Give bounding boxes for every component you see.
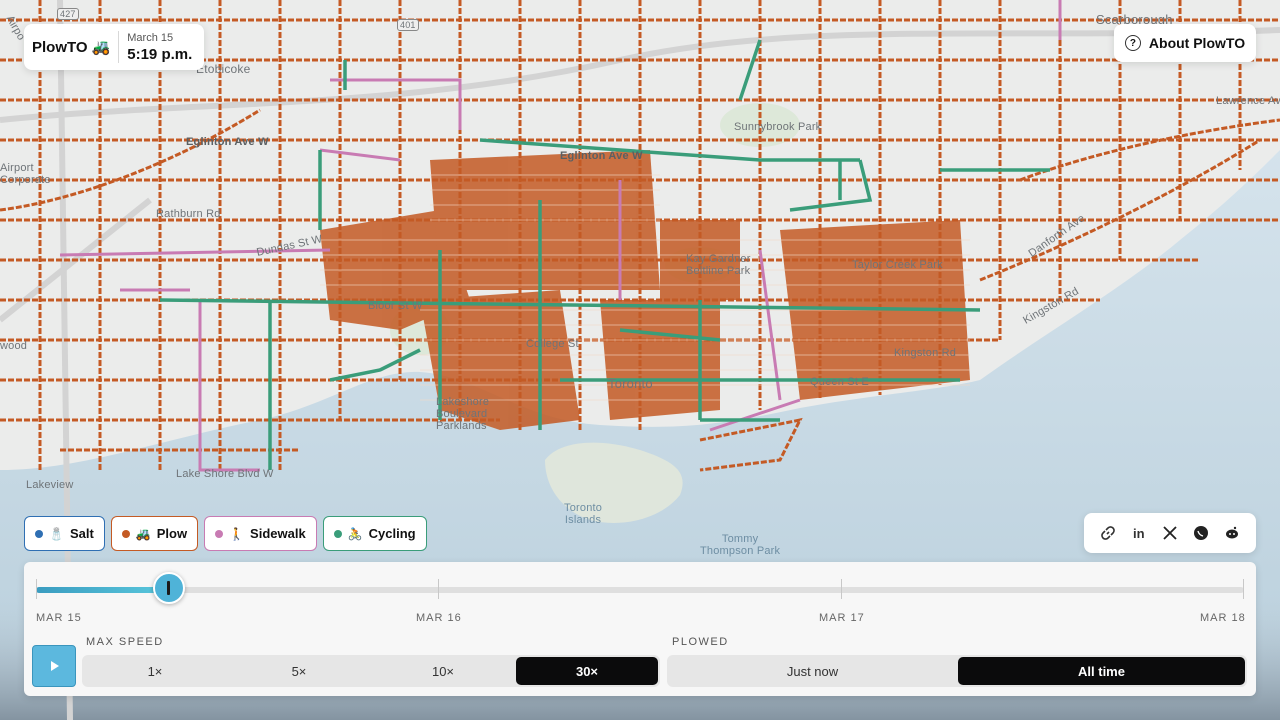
plowed-option-all-time[interactable]: All time — [958, 657, 1245, 685]
speed-option-1x[interactable]: 1× — [84, 657, 226, 685]
play-button[interactable] — [32, 645, 76, 687]
x-icon[interactable] — [1161, 524, 1179, 542]
pedestrian-icon: 🚶 — [229, 526, 245, 541]
current-datetime: March 15 5:19 p.m. — [119, 32, 192, 63]
linkedin-icon[interactable]: in — [1130, 524, 1148, 542]
legend-sidewalk-toggle[interactable]: 🚶 Sidewalk — [204, 516, 317, 551]
timeline-tick — [36, 579, 37, 599]
map-label-college: College St — [526, 338, 579, 350]
map-label-etobicoke: Etobicoke — [196, 62, 251, 76]
legend-cycling-label: Cycling — [368, 526, 416, 541]
legend-salt-toggle[interactable]: 🧂 Salt — [24, 516, 105, 551]
map-label-eglinton-w-2: Eglinton Ave W — [560, 150, 643, 162]
brand-title: PlowTO — [32, 38, 88, 56]
cycling-dot-icon — [333, 529, 342, 538]
timeline-tick — [1243, 579, 1244, 599]
highway-401-shield: 401 — [397, 19, 419, 31]
map-label-lakeview: Lakeview — [26, 479, 74, 491]
about-button[interactable]: ? About PlowTO — [1114, 24, 1256, 62]
timeline-label-3: MAR 17 — [819, 612, 865, 624]
map-label-lakeshore-parklands: Lakeshore Boulevard Parklands — [436, 396, 490, 432]
playback-panel: MAR 15 MAR 16 MAR 17 MAR 18 MAX SPEED 1×… — [24, 562, 1256, 696]
max-speed-label: MAX SPEED — [86, 636, 164, 648]
speed-selector: 1× 5× 10× 30× — [82, 655, 660, 687]
timeline-label-end: MAR 18 — [1200, 612, 1246, 624]
map-label-tommy-thompson: Tommy Thompson Park — [700, 533, 781, 557]
plowed-selector: Just now All time — [667, 655, 1247, 687]
map-label-toronto: Toronto — [608, 376, 653, 391]
speed-option-10x[interactable]: 10× — [372, 657, 514, 685]
timeline-label-start: MAR 15 — [36, 612, 82, 624]
map-label-bloor: Bloor St W — [368, 300, 423, 312]
grip-icon — [167, 581, 171, 595]
whatsapp-icon[interactable] — [1192, 524, 1210, 542]
map-label-lawrence: Lawrence Ave E — [1216, 95, 1280, 107]
legend-plow-toggle[interactable]: 🚜 Plow — [110, 516, 199, 551]
timeline-tick — [438, 579, 439, 599]
tractor-icon: 🚜 — [91, 39, 111, 56]
legend-plow-label: Plow — [156, 526, 188, 541]
legend-cycling-toggle[interactable]: 🚴 Cycling — [322, 516, 427, 551]
map-label-toronto-islands: Toronto Islands — [564, 502, 603, 526]
salt-shaker-icon: 🧂 — [49, 526, 64, 541]
layer-legend: 🧂 Salt 🚜 Plow 🚶 Sidewalk 🚴 Cycling — [24, 516, 427, 551]
speed-option-30x[interactable]: 30× — [516, 657, 658, 685]
plowed-label: PLOWED — [672, 636, 729, 648]
cyclist-icon: 🚴 — [347, 526, 363, 541]
brand-name: PlowTO 🚜 — [24, 38, 118, 57]
legend-salt-label: Salt — [69, 526, 94, 541]
reddit-icon[interactable] — [1223, 524, 1241, 542]
timeline-label-2: MAR 16 — [416, 612, 462, 624]
map-label-lake-shore-blvd: Lake Shore Blvd W — [176, 468, 274, 480]
share-bar: in — [1084, 513, 1256, 553]
speed-option-5x[interactable]: 5× — [228, 657, 370, 685]
timeline-track[interactable] — [36, 587, 1244, 593]
question-circle-icon: ? — [1124, 35, 1141, 51]
map-label-wood: wood — [0, 340, 28, 352]
highway-427-shield: 427 — [57, 8, 79, 20]
current-time: 5:19 p.m. — [127, 45, 193, 63]
sidewalk-dot-icon — [215, 529, 224, 538]
about-label: About PlowTO — [1148, 35, 1246, 51]
salt-dot-icon — [35, 529, 43, 538]
timeline-tick — [841, 579, 842, 599]
current-date: March 15 — [127, 31, 174, 44]
brand-card: PlowTO 🚜 March 15 5:19 p.m. — [24, 24, 204, 70]
map-label-queen: Queen St E — [810, 376, 869, 388]
map-label-taylor-creek: Taylor Creek Park — [852, 259, 943, 271]
map-label-airport: Airport Corporate — [0, 162, 51, 186]
tractor-icon: 🚜 — [135, 526, 151, 541]
map-label-beltline: Kay Gardner Beltline Park — [686, 253, 751, 277]
legend-sidewalk-label: Sidewalk — [250, 526, 306, 541]
plow-dot-icon — [121, 529, 130, 538]
map-label-kingston: Kingston Rd — [894, 347, 957, 359]
map-label-sunnybrook: Sunnybrook Park — [734, 121, 822, 133]
timeline-scrubber-handle[interactable] — [152, 572, 185, 604]
map-label-eglinton-w: Eglinton Ave W — [186, 136, 269, 148]
timeline-progress-fill — [36, 587, 169, 593]
plowed-option-just-now[interactable]: Just now — [669, 657, 956, 685]
map-label-rathburn: Rathburn Rd — [156, 208, 221, 220]
link-icon[interactable] — [1099, 524, 1117, 542]
play-icon — [51, 661, 59, 671]
